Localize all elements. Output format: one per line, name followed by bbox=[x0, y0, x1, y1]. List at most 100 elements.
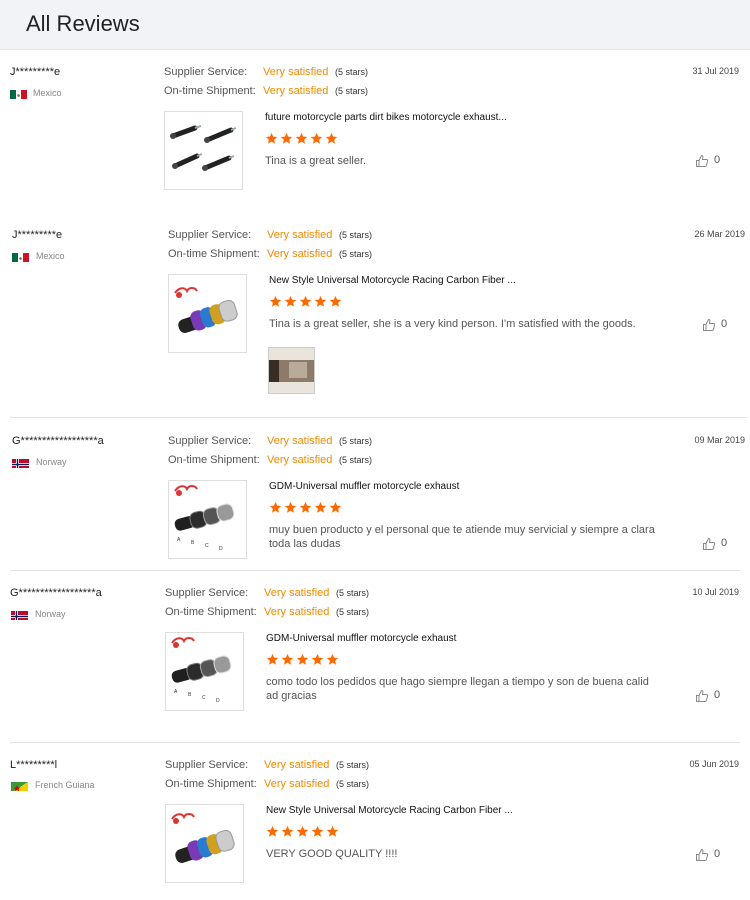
like-button[interactable]: 0 bbox=[702, 536, 742, 552]
rating-value: Very satisfied bbox=[267, 229, 333, 241]
rating-label: On-time Shipment: bbox=[165, 778, 257, 790]
star-icon bbox=[269, 501, 282, 514]
star-icon bbox=[284, 295, 297, 308]
like-count: 0 bbox=[714, 689, 721, 701]
ontime-shipment-rating: On-time Shipment: Very satisfied (5 star… bbox=[168, 454, 428, 470]
rating-stars-text: (5 stars) bbox=[336, 779, 370, 789]
rating-stars-text: (5 stars) bbox=[336, 607, 370, 617]
product-title[interactable]: GDM-Universal muffler motorcycle exhaust bbox=[266, 633, 456, 644]
mexico-flag-icon bbox=[10, 88, 27, 99]
star-icon bbox=[269, 295, 282, 308]
like-count: 0 bbox=[721, 318, 728, 330]
product-title[interactable]: future motorcycle parts dirt bikes motor… bbox=[265, 112, 507, 123]
review-text: Tina is a great seller, she is a very ki… bbox=[269, 318, 636, 330]
buyer-country: Norway bbox=[35, 609, 66, 619]
review-photo[interactable] bbox=[268, 347, 315, 394]
buyer-country: Mexico bbox=[33, 88, 62, 98]
rating-label: On-time Shipment: bbox=[165, 606, 257, 618]
star-icon bbox=[281, 653, 294, 666]
rating-value: Very satisfied bbox=[263, 85, 329, 97]
svg-text:B: B bbox=[191, 540, 195, 546]
star-icon bbox=[310, 132, 323, 145]
rating-label: On-time Shipment: bbox=[168, 248, 260, 260]
star-icon bbox=[314, 295, 327, 308]
star-icon bbox=[266, 825, 279, 838]
product-title[interactable]: GDM-Universal muffler motorcycle exhaust bbox=[269, 481, 459, 492]
buyer-name: J*********e bbox=[12, 229, 63, 241]
rating-stars-text: (5 stars) bbox=[335, 67, 369, 77]
svg-text:C: C bbox=[202, 695, 206, 701]
svg-text:A: A bbox=[177, 537, 181, 543]
rating-label: Supplier Service: bbox=[168, 229, 252, 241]
like-count: 0 bbox=[721, 537, 728, 549]
review-item: G******************a Norway Supplier Ser… bbox=[0, 418, 750, 570]
product-title[interactable]: New Style Universal Motorcycle Racing Ca… bbox=[266, 805, 513, 816]
like-button[interactable]: 0 bbox=[702, 317, 742, 333]
thumbs-up-icon bbox=[695, 154, 709, 168]
review-date: 05 Jun 2019 bbox=[689, 759, 739, 769]
supplier-service-rating: Supplier Service: Very satisfied (5 star… bbox=[168, 229, 428, 245]
like-button[interactable]: 0 bbox=[695, 847, 735, 863]
thumbs-up-icon bbox=[702, 537, 716, 551]
review-item: G******************a Norway Supplier Ser… bbox=[0, 571, 750, 742]
star-icon bbox=[311, 825, 324, 838]
star-icon bbox=[314, 501, 327, 514]
buyer-name: J*********e bbox=[10, 66, 61, 78]
rating-stars-text: (5 stars) bbox=[339, 249, 373, 259]
star-icon bbox=[329, 501, 342, 514]
star-rating bbox=[266, 653, 341, 667]
thumbs-up-icon bbox=[702, 318, 716, 332]
ontime-shipment-rating: On-time Shipment: Very satisfied (5 star… bbox=[165, 606, 425, 622]
svg-text:B: B bbox=[188, 692, 192, 698]
rating-stars-text: (5 stars) bbox=[339, 455, 373, 465]
star-icon bbox=[325, 132, 338, 145]
rating-value: Very satisfied bbox=[264, 759, 330, 771]
rating-value: Very satisfied bbox=[267, 454, 333, 466]
star-icon bbox=[311, 653, 324, 666]
star-icon bbox=[295, 132, 308, 145]
review-date: 26 Mar 2019 bbox=[694, 229, 745, 239]
rating-label: On-time Shipment: bbox=[164, 85, 256, 97]
rating-label: Supplier Service: bbox=[168, 435, 252, 447]
review-item: J*********e Mexico Supplier Service: Ver… bbox=[0, 210, 750, 418]
rating-value: Very satisfied bbox=[264, 778, 330, 790]
rating-stars-text: (5 stars) bbox=[335, 86, 369, 96]
supplier-service-rating: Supplier Service: Very satisfied (5 star… bbox=[165, 759, 425, 775]
star-icon bbox=[266, 653, 279, 666]
star-rating bbox=[266, 825, 341, 839]
norway-flag-icon bbox=[12, 457, 29, 468]
buyer-name: L*********l bbox=[10, 759, 58, 771]
rating-stars-text: (5 stars) bbox=[336, 588, 370, 598]
star-icon bbox=[326, 825, 339, 838]
rating-value: Very satisfied bbox=[267, 435, 333, 447]
svg-text:D: D bbox=[216, 698, 220, 704]
like-count: 0 bbox=[714, 848, 721, 860]
review-item: J*********e Mexico Supplier Service: Ver… bbox=[0, 0, 750, 210]
review-text: VERY GOOD QUALITY !!!! bbox=[266, 848, 398, 860]
product-image[interactable]: A B C D bbox=[168, 480, 247, 559]
product-title[interactable]: New Style Universal Motorcycle Racing Ca… bbox=[269, 275, 516, 286]
star-icon bbox=[296, 653, 309, 666]
rating-label: On-time Shipment: bbox=[168, 454, 260, 466]
buyer-name: G******************a bbox=[12, 435, 104, 447]
ontime-shipment-rating: On-time Shipment: Very satisfied (5 star… bbox=[165, 778, 425, 794]
review-text: Tina is a great seller. bbox=[265, 155, 367, 167]
star-icon bbox=[265, 132, 278, 145]
svg-text:C: C bbox=[205, 543, 209, 549]
mexico-flag-icon bbox=[12, 251, 29, 262]
like-button[interactable]: 0 bbox=[695, 688, 735, 704]
product-image[interactable] bbox=[164, 111, 243, 190]
review-date: 31 Jul 2019 bbox=[692, 66, 739, 76]
review-date: 10 Jul 2019 bbox=[692, 587, 739, 597]
product-image[interactable] bbox=[165, 804, 244, 883]
buyer-country: Mexico bbox=[36, 251, 65, 261]
star-icon bbox=[299, 295, 312, 308]
star-rating bbox=[269, 501, 344, 515]
product-image[interactable]: A B C D bbox=[165, 632, 244, 711]
like-button[interactable]: 0 bbox=[695, 153, 735, 169]
french-guiana-flag-icon bbox=[11, 780, 28, 791]
review-text: como todo los pedidos que hago siempre l… bbox=[266, 676, 649, 702]
supplier-service-rating: Supplier Service: Very satisfied (5 star… bbox=[165, 587, 425, 603]
review-item: L*********l French Guiana Supplier Servi… bbox=[0, 743, 750, 900]
product-image[interactable] bbox=[168, 274, 247, 353]
